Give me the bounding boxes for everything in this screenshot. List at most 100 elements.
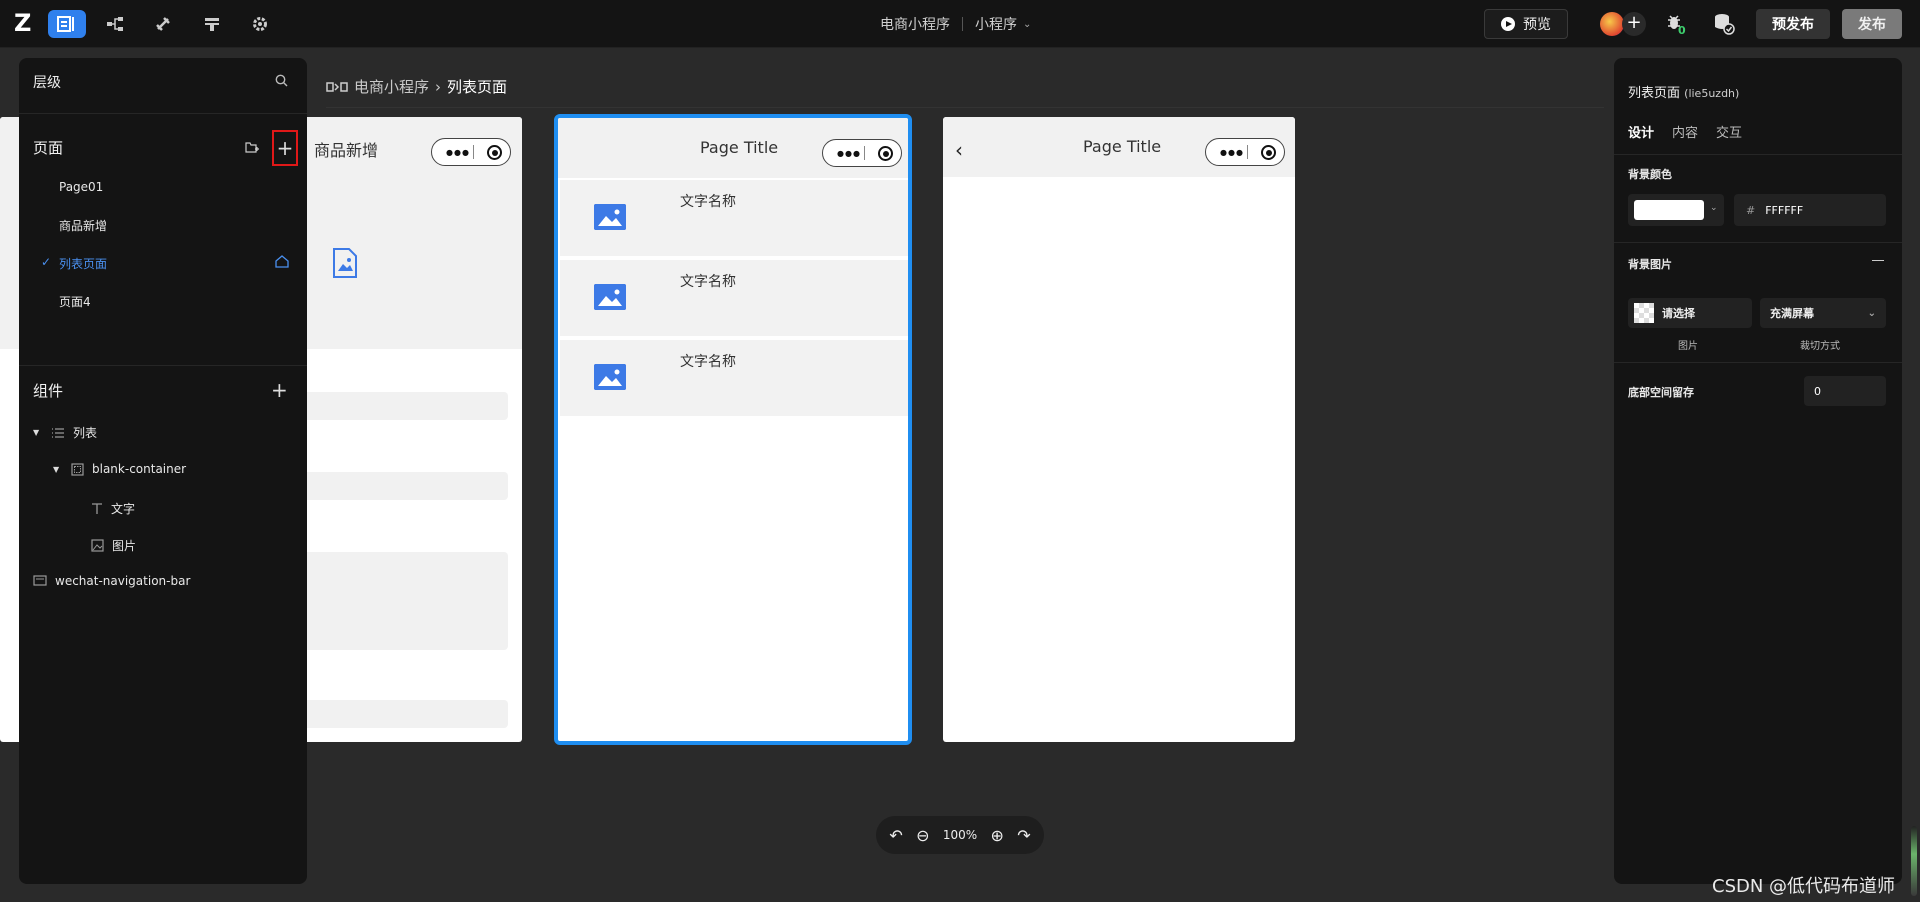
new-page-group-icon[interactable]: [245, 140, 259, 154]
component-tree-icon[interactable]: [326, 80, 348, 94]
divider: [19, 113, 307, 114]
platform-label: 小程序: [975, 17, 1017, 33]
app-logo[interactable]: Z: [14, 10, 40, 36]
home-icon[interactable]: [275, 255, 289, 268]
tab-content[interactable]: 内容: [1672, 122, 1698, 141]
user-avatar[interactable]: [1600, 12, 1624, 36]
divider: [962, 17, 963, 31]
wechat-capsule: ●●●: [822, 139, 902, 167]
publish-button[interactable]: 发布: [1842, 9, 1902, 39]
tree-label: 文字: [111, 502, 136, 516]
tree-label: blank-container: [92, 462, 187, 476]
collapse-triangle-icon[interactable]: ▼: [53, 465, 63, 474]
add-component-icon[interactable]: +: [271, 378, 288, 402]
selected-page-title: 列表页面 (lie5uzdh): [1628, 82, 1739, 101]
tree-label: 列表: [73, 426, 98, 440]
phone-title: Page Title: [1083, 137, 1162, 156]
page-name: 列表页面: [1628, 86, 1681, 101]
prepublish-button[interactable]: 预发布: [1756, 9, 1830, 39]
plugin-icon[interactable]: [144, 10, 182, 38]
pages-section-title: 页面: [33, 139, 64, 157]
scrollbar[interactable]: [1911, 826, 1917, 896]
play-icon: [1501, 17, 1515, 31]
collapse-icon[interactable]: [1872, 260, 1884, 261]
phone-frame-list-page[interactable]: Page Title ●●● 文字名称 文字名称 文字名称: [554, 114, 912, 745]
redo-icon[interactable]: ↷: [1017, 826, 1030, 845]
search-icon[interactable]: [275, 74, 288, 87]
top-bar: Z 电商小程序 小程序 ⌄ 预览 + 0 预发布 发布: [0, 0, 1920, 48]
zoom-toolbar: ↶ ⊖ 100% ⊕ ↷: [876, 816, 1044, 854]
flow-icon[interactable]: [96, 10, 134, 38]
pages-view-icon[interactable]: [48, 10, 86, 38]
list-item-text: 文字名称: [680, 274, 736, 290]
page-item-page4[interactable]: 页面4: [59, 293, 91, 310]
page-item-page01[interactable]: Page01: [59, 180, 103, 194]
divider: [1614, 242, 1902, 243]
add-collaborator-icon[interactable]: +: [1622, 12, 1646, 36]
breadcrumb-separator: ›: [435, 77, 442, 96]
image-sublabel: 图片: [1678, 341, 1698, 352]
bottom-space-input[interactable]: 0: [1804, 376, 1886, 406]
app-switcher[interactable]: 电商小程序 小程序 ⌄: [880, 14, 1031, 34]
zoom-out-icon[interactable]: ⊖: [916, 826, 929, 845]
breadcrumb: 电商小程序 › 列表页面: [326, 76, 507, 97]
list-item[interactable]: 文字名称: [560, 180, 908, 256]
crop-sublabel: 裁切方式: [1800, 341, 1840, 352]
container-icon: [71, 462, 84, 476]
more-dots-icon: ●●●: [446, 148, 470, 157]
image-icon: [594, 364, 626, 390]
list-item[interactable]: 文字名称: [560, 260, 908, 336]
tree-label: wechat-navigation-bar: [55, 574, 191, 588]
properties-panel: 列表页面 (lie5uzdh) 设计 内容 交互 背景颜色 ⌄ # FFFFFF…: [1614, 58, 1902, 884]
tree-label: 图片: [112, 539, 137, 553]
database-check-icon[interactable]: [1712, 12, 1738, 38]
page-item-list-page[interactable]: 列表页面: [59, 255, 107, 272]
image-select-label: 请选择: [1662, 307, 1695, 320]
crop-mode-select[interactable]: 充满屏幕 ⌄: [1760, 298, 1886, 328]
capsule-divider: [473, 145, 474, 159]
components-section-title: 组件: [33, 382, 64, 400]
chevron-down-icon: ⌄: [1867, 307, 1876, 319]
app-name: 电商小程序: [880, 17, 950, 33]
preview-button[interactable]: 预览: [1484, 9, 1568, 39]
breadcrumb-root[interactable]: 电商小程序: [354, 76, 429, 97]
hex-color-input[interactable]: # FFFFFF: [1734, 194, 1886, 226]
back-arrow-icon: ‹: [955, 138, 963, 162]
zoom-level: 100%: [942, 828, 978, 842]
page-item-product-add[interactable]: 商品新增: [59, 217, 107, 234]
capsule-divider: [1247, 145, 1248, 159]
zoom-in-icon[interactable]: ⊕: [991, 826, 1004, 845]
tree-item-list[interactable]: ▼ 列表: [33, 424, 97, 441]
property-tabs: 设计 内容 交互: [1628, 122, 1742, 141]
check-icon: ✓: [41, 255, 52, 269]
settings-gear-icon[interactable]: [241, 10, 279, 38]
watermark: CSDN @低代码布道师: [1712, 876, 1896, 897]
chevron-down-icon: ⌄: [1710, 203, 1718, 213]
capsule-divider: [864, 146, 865, 160]
add-page-button[interactable]: +: [272, 130, 298, 166]
bg-image-label: 背景图片: [1628, 258, 1672, 271]
bg-image-select[interactable]: 请选择: [1628, 298, 1752, 328]
navbar-icon: [33, 575, 47, 586]
debug-bug-icon[interactable]: 0: [1664, 12, 1690, 38]
collapse-triangle-icon[interactable]: ▼: [33, 428, 43, 437]
tab-design[interactable]: 设计: [1628, 122, 1654, 141]
tree-item-blank-container[interactable]: ▼ blank-container: [53, 462, 186, 476]
hex-value: FFFFFF: [1765, 203, 1804, 217]
transparent-thumbnail: [1634, 303, 1654, 323]
text-icon: [92, 503, 102, 514]
color-picker[interactable]: ⌄: [1628, 194, 1724, 226]
svg-text:0: 0: [1678, 24, 1686, 36]
tree-item-text[interactable]: 文字: [73, 500, 135, 517]
data-icon[interactable]: [193, 10, 231, 38]
phone-frame-page4[interactable]: ‹ Page Title ●●●: [943, 117, 1295, 742]
image-icon: [594, 204, 626, 230]
bottom-space-label: 底部空间留存: [1628, 386, 1694, 399]
list-icon: [52, 427, 64, 438]
tab-interaction[interactable]: 交互: [1716, 122, 1742, 141]
tree-item-image[interactable]: 图片: [73, 537, 136, 554]
undo-icon[interactable]: ↶: [889, 826, 902, 845]
breadcrumb-current: 列表页面: [447, 78, 508, 96]
tree-item-navigation-bar[interactable]: wechat-navigation-bar: [33, 574, 190, 588]
list-item[interactable]: 文字名称: [560, 340, 908, 416]
